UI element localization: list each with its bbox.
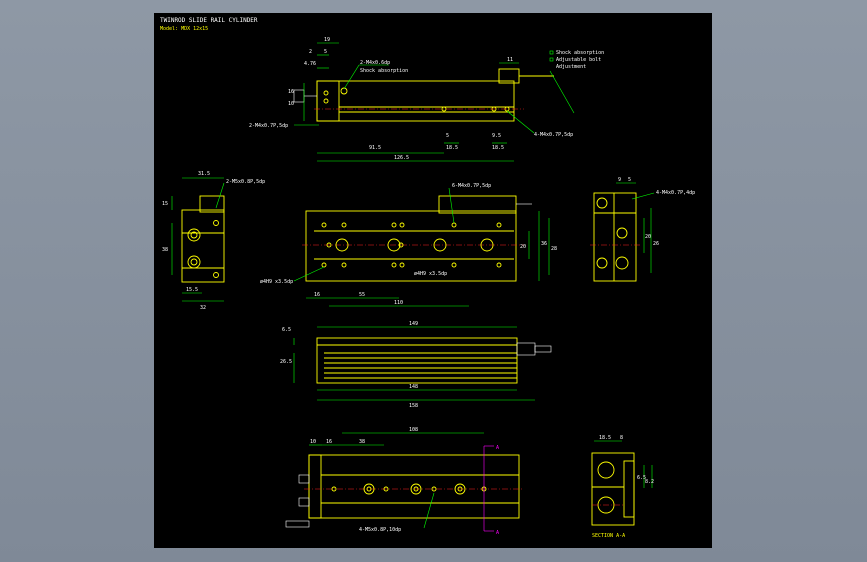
dim-plan-55: 55 bbox=[359, 292, 365, 298]
dim-side-265: 26.5 bbox=[280, 359, 292, 365]
drawing-sheet: TWINROD SLIDE RAIL CYLINDER Model: MDX 1… bbox=[154, 13, 712, 548]
dim-top-10: 10 bbox=[288, 101, 294, 107]
note-left-m5: 2-M5x0.8P,5dp bbox=[226, 179, 265, 185]
dim-top-16: 16 bbox=[288, 89, 294, 95]
section-marker-top: A bbox=[496, 445, 499, 451]
legend-adjust-bolt: Adjustable bolt bbox=[556, 57, 601, 63]
dim-bottom-16: 16 bbox=[326, 439, 332, 445]
right-view: 9 5 20 26 4-M4x0.7P,4dp bbox=[590, 177, 695, 282]
note-top-m4-06: 2-M4x0.6dp bbox=[360, 60, 390, 66]
dim-plan-16: 16 bbox=[314, 292, 320, 298]
dim-bottom-38: 38 bbox=[359, 439, 365, 445]
note-top-m4-07b: 4-M4x0.7P,5dp bbox=[534, 132, 573, 138]
dim-plan-20: 20 bbox=[520, 244, 526, 250]
dim-plan-36: 36 bbox=[541, 241, 547, 247]
left-view: 31.5 15 38 15.5 32 2-M5x0.8P,5dp bbox=[162, 171, 265, 311]
legend-adjustment: Adjustment bbox=[556, 64, 586, 70]
bottom-view: 108 10 16 38 4-M5x0.8P,10dp A A bbox=[285, 427, 524, 536]
top-view: 19 2 5 4.76 11 16 10 91.5 18.5 126.5 18.… bbox=[249, 37, 604, 162]
dim-right-5: 5 bbox=[628, 177, 631, 183]
section-title: SECTION A-A bbox=[592, 533, 625, 539]
dim-top-915: 91.5 bbox=[369, 145, 381, 151]
side-view: 149 148 158 6.5 26.5 bbox=[280, 321, 552, 409]
dim-side-149: 149 bbox=[409, 321, 418, 327]
title-line1: TWINROD SLIDE RAIL CYLINDER bbox=[160, 17, 258, 24]
title-line2: Model: MDX 12x15 bbox=[160, 26, 208, 32]
dim-top-476: 4.76 bbox=[304, 61, 316, 67]
dim-section-82: 8.2 bbox=[645, 479, 654, 485]
plan-view: 16 55 110 20 36 28 6-M4x0.7P,5dp ø4H9 x3… bbox=[260, 183, 557, 307]
dim-side-148: 148 bbox=[409, 384, 418, 390]
cad-viewport[interactable]: TWINROD SLIDE RAIL CYLINDER Model: MDX 1… bbox=[0, 0, 867, 562]
dim-plan-110: 110 bbox=[394, 300, 403, 306]
dim-top-11: 11 bbox=[507, 57, 513, 63]
dim-left-155: 15.5 bbox=[186, 287, 198, 293]
dim-top-185a: 18.5 bbox=[446, 145, 458, 151]
dim-side-65: 6.5 bbox=[282, 327, 291, 333]
dim-top-19: 19 bbox=[324, 37, 330, 43]
dim-section-185: 18.5 bbox=[599, 435, 611, 441]
note-top-m4-07a: 2-M4x0.7P,5dp bbox=[249, 123, 288, 129]
dim-bottom-108: 108 bbox=[409, 427, 418, 433]
note-plan-m4: 6-M4x0.7P,5dp bbox=[452, 183, 491, 189]
dim-left-38: 38 bbox=[162, 247, 168, 253]
dim-top-2: 2 bbox=[309, 49, 312, 55]
section-marker-bottom: A bbox=[496, 530, 499, 536]
note-bottom-m5: 4-M5x0.8P,10dp bbox=[359, 527, 401, 533]
dim-top-5: 5 bbox=[324, 49, 327, 55]
drawing-canvas: TWINROD SLIDE RAIL CYLINDER Model: MDX 1… bbox=[160, 17, 695, 539]
dim-bottom-10: 10 bbox=[310, 439, 316, 445]
note-right-m4: 4-M4x0.7P,4dp bbox=[656, 190, 695, 196]
section-view: 18.5 8 6.5 8.2 SECTION A-A bbox=[591, 435, 654, 539]
dim-right-26: 26 bbox=[653, 241, 659, 247]
dim-top-95: 9.5 bbox=[492, 133, 501, 139]
dim-top-5b: 5 bbox=[446, 133, 449, 139]
note-plan-hole: ø4H9 x3.5dp bbox=[260, 279, 293, 285]
dim-side-158: 158 bbox=[409, 403, 418, 409]
dim-left-15: 15 bbox=[162, 201, 168, 207]
dim-top-1265: 126.5 bbox=[394, 155, 409, 161]
dim-plan-28: 28 bbox=[551, 246, 557, 252]
dim-left-32: 32 bbox=[200, 305, 206, 311]
dim-section-8: 8 bbox=[620, 435, 623, 441]
note-top-shock: Shock absorption bbox=[360, 68, 408, 74]
dim-right-20: 20 bbox=[645, 234, 651, 240]
dim-left-315: 31.5 bbox=[198, 171, 210, 177]
dim-right-9: 9 bbox=[618, 177, 621, 183]
legend-shock: Shock absorption bbox=[556, 50, 604, 56]
dim-top-185b: 18.5 bbox=[492, 145, 504, 151]
note-plan-side: ø4H9 x3.5dp bbox=[414, 271, 447, 277]
